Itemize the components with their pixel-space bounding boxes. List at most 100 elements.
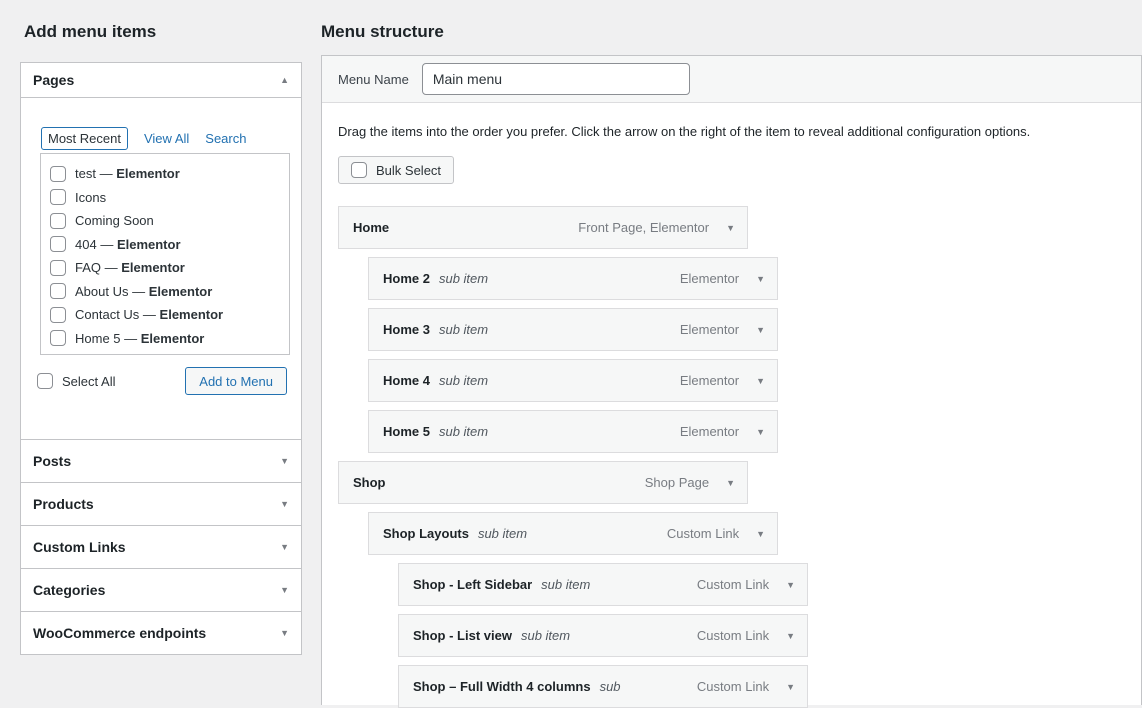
checkbox-icon[interactable] (37, 373, 53, 389)
page-checklist-item[interactable]: 404 — Elementor (50, 233, 289, 257)
menu-item-type-label: Front Page, Elementor (578, 220, 709, 235)
pages-accordion-label: Pages (33, 72, 74, 88)
chevron-down-icon[interactable]: ▼ (280, 628, 289, 638)
page-checklist: test — Elementor Icons Coming Soon 404 — El… (40, 153, 290, 355)
chevron-down-icon[interactable]: ▼ (756, 376, 765, 386)
bulk-select-label: Bulk Select (376, 163, 441, 178)
chevron-down-icon[interactable]: ▼ (280, 585, 289, 595)
page-item-label: 404 — Elementor (75, 237, 181, 252)
menu-item-type-label: Elementor (680, 373, 739, 388)
accordion-label: Categories (33, 582, 105, 598)
menu-item-bar[interactable]: Home Front Page, Elementor ▼ (338, 206, 748, 249)
menu-item-subitem-label: sub item (439, 424, 488, 439)
menu-item-bar[interactable]: Shop – Full Width 4 columnssubCustom Lin… (398, 665, 808, 708)
pages-footer: Select All Add to Menu (37, 367, 287, 395)
page-item-label: Home 5 — Elementor (75, 331, 204, 346)
page-checklist-item[interactable]: test — Elementor (50, 162, 289, 186)
sidebar-accordion-custom-links[interactable]: Custom Links▼ (21, 525, 301, 568)
accordion-label: Products (33, 496, 94, 512)
checkbox-icon[interactable] (50, 166, 66, 182)
page-item-label: Coming Soon (75, 213, 154, 228)
menu-item-title: Shop (353, 475, 386, 490)
tab-search[interactable]: Search (205, 131, 246, 146)
chevron-up-icon[interactable]: ▲ (280, 75, 289, 85)
sidebar-accordion-categories[interactable]: Categories ▼ (21, 568, 301, 611)
menu-item-title: Shop - List view (413, 628, 512, 643)
chevron-down-icon[interactable]: ▼ (786, 631, 795, 641)
page-item-label: FAQ — Elementor (75, 260, 185, 275)
menu-item-type-label: Custom Link (697, 679, 769, 694)
add-to-menu-button[interactable]: Add to Menu (185, 367, 287, 395)
menu-item-bar[interactable]: Home 2sub itemElementor▼ (368, 257, 778, 300)
checkbox-icon[interactable] (50, 236, 66, 252)
menu-name-input[interactable] (422, 63, 690, 95)
menu-item-subitem-label: sub (600, 679, 621, 694)
chevron-down-icon[interactable]: ▼ (756, 274, 765, 284)
chevron-down-icon[interactable]: ▼ (756, 427, 765, 437)
pages-accordion-header[interactable]: Pages ▲ (21, 63, 301, 98)
chevron-down-icon[interactable]: ▼ (756, 529, 765, 539)
menu-item-type-label: Shop Page (645, 475, 709, 490)
page-checklist-item[interactable]: Icons (50, 186, 289, 210)
sidebar-accordion-woocommerce-endpoints[interactable]: WooCommerce endpoints ▼ (21, 611, 301, 654)
tab-most-recent[interactable]: Most Recent (41, 127, 128, 150)
page-checklist-item[interactable]: About Us — Elementor (50, 280, 289, 304)
page-checklist-item[interactable]: Home 5 — Elementor (50, 327, 289, 351)
chevron-down-icon[interactable]: ▼ (756, 325, 765, 335)
accordion-label: Posts (33, 453, 71, 469)
tab-view-all[interactable]: View All (144, 131, 189, 146)
menu-item-subitem-label: sub item (439, 373, 488, 388)
menu-item-bar[interactable]: Shop Layoutssub itemCustom Link▼ (368, 512, 778, 555)
menu-name-header: Menu Name (322, 56, 1141, 103)
chevron-down-icon[interactable]: ▼ (726, 223, 735, 233)
chevron-down-icon[interactable]: ▼ (280, 499, 289, 509)
checkbox-icon[interactable] (50, 283, 66, 299)
menu-item-title: Shop - Left Sidebar (413, 577, 532, 592)
accordion-label: WooCommerce endpoints (33, 625, 206, 641)
page-checklist-item[interactable]: FAQ — Elementor (50, 256, 289, 280)
page-item-label: About Us — Elementor (75, 284, 212, 299)
chevron-down-icon[interactable]: ▼ (280, 542, 289, 552)
checkbox-icon[interactable] (50, 260, 66, 276)
menu-items-list: HomeFront Page, Elementor▼Home 2sub item… (338, 206, 1125, 708)
select-all-label: Select All (62, 374, 115, 389)
page-checklist-item[interactable]: Coming Soon (50, 209, 289, 233)
chevron-down-icon[interactable]: ▼ (280, 456, 289, 466)
sidebar-accordion-products[interactable]: Products ▼ (21, 482, 301, 525)
sidebar-accordion-posts[interactable]: Posts ▼ (21, 439, 301, 482)
chevron-down-icon[interactable]: ▼ (786, 682, 795, 692)
chevron-down-icon[interactable]: ▼ (786, 580, 795, 590)
menu-item-subitem-label: sub item (439, 271, 488, 286)
menu-name-label: Menu Name (338, 72, 409, 87)
menu-item-subitem-label: sub item (541, 577, 590, 592)
menu-item-bar[interactable]: Home 3sub itemElementor▼ (368, 308, 778, 351)
bulk-select-button[interactable]: Bulk Select (338, 156, 454, 184)
page-checklist-item[interactable]: Contact Us — Elementor (50, 303, 289, 327)
menu-item-bar[interactable]: Shop Shop Page ▼ (338, 461, 748, 504)
checkbox-icon[interactable] (351, 162, 367, 178)
menu-item-type-label: Elementor (680, 271, 739, 286)
menu-item-bar[interactable]: Shop - List viewsub itemCustom Link▼ (398, 614, 808, 657)
menu-item-title: Home (353, 220, 389, 235)
checkbox-icon[interactable] (50, 330, 66, 346)
menu-structure-body: Drag the items into the order you prefer… (322, 124, 1141, 708)
pages-accordion-body: Most Recent View All Search test — Eleme… (21, 127, 301, 439)
page-item-label: Icons (75, 190, 106, 205)
pages-tabs: Most Recent View All Search (41, 127, 290, 150)
checkbox-icon[interactable] (50, 189, 66, 205)
menu-item-bar[interactable]: Home 5sub itemElementor▼ (368, 410, 778, 453)
menu-item-subitem-label: sub item (478, 526, 527, 541)
page-item-label: Contact Us — Elementor (75, 307, 223, 322)
checkbox-icon[interactable] (50, 307, 66, 323)
chevron-down-icon[interactable]: ▼ (726, 478, 735, 488)
menu-item-subitem-label: sub item (521, 628, 570, 643)
select-all-checkbox[interactable]: Select All (37, 373, 115, 389)
menu-item-type-label: Elementor (680, 424, 739, 439)
add-menu-items-title: Add menu items (24, 22, 156, 42)
checkbox-icon[interactable] (50, 213, 66, 229)
menu-item-bar[interactable]: Shop - Left Sidebar sub item Custom Link ▼ (398, 563, 808, 606)
drag-instructions-text: Drag the items into the order you prefer… (338, 124, 1125, 139)
menu-item-bar[interactable]: Home 4sub itemElementor▼ (368, 359, 778, 402)
menu-item-type-label: Custom Link (697, 577, 769, 592)
add-menu-items-panel: Pages ▲ Most Recent View All Search test… (20, 62, 302, 655)
